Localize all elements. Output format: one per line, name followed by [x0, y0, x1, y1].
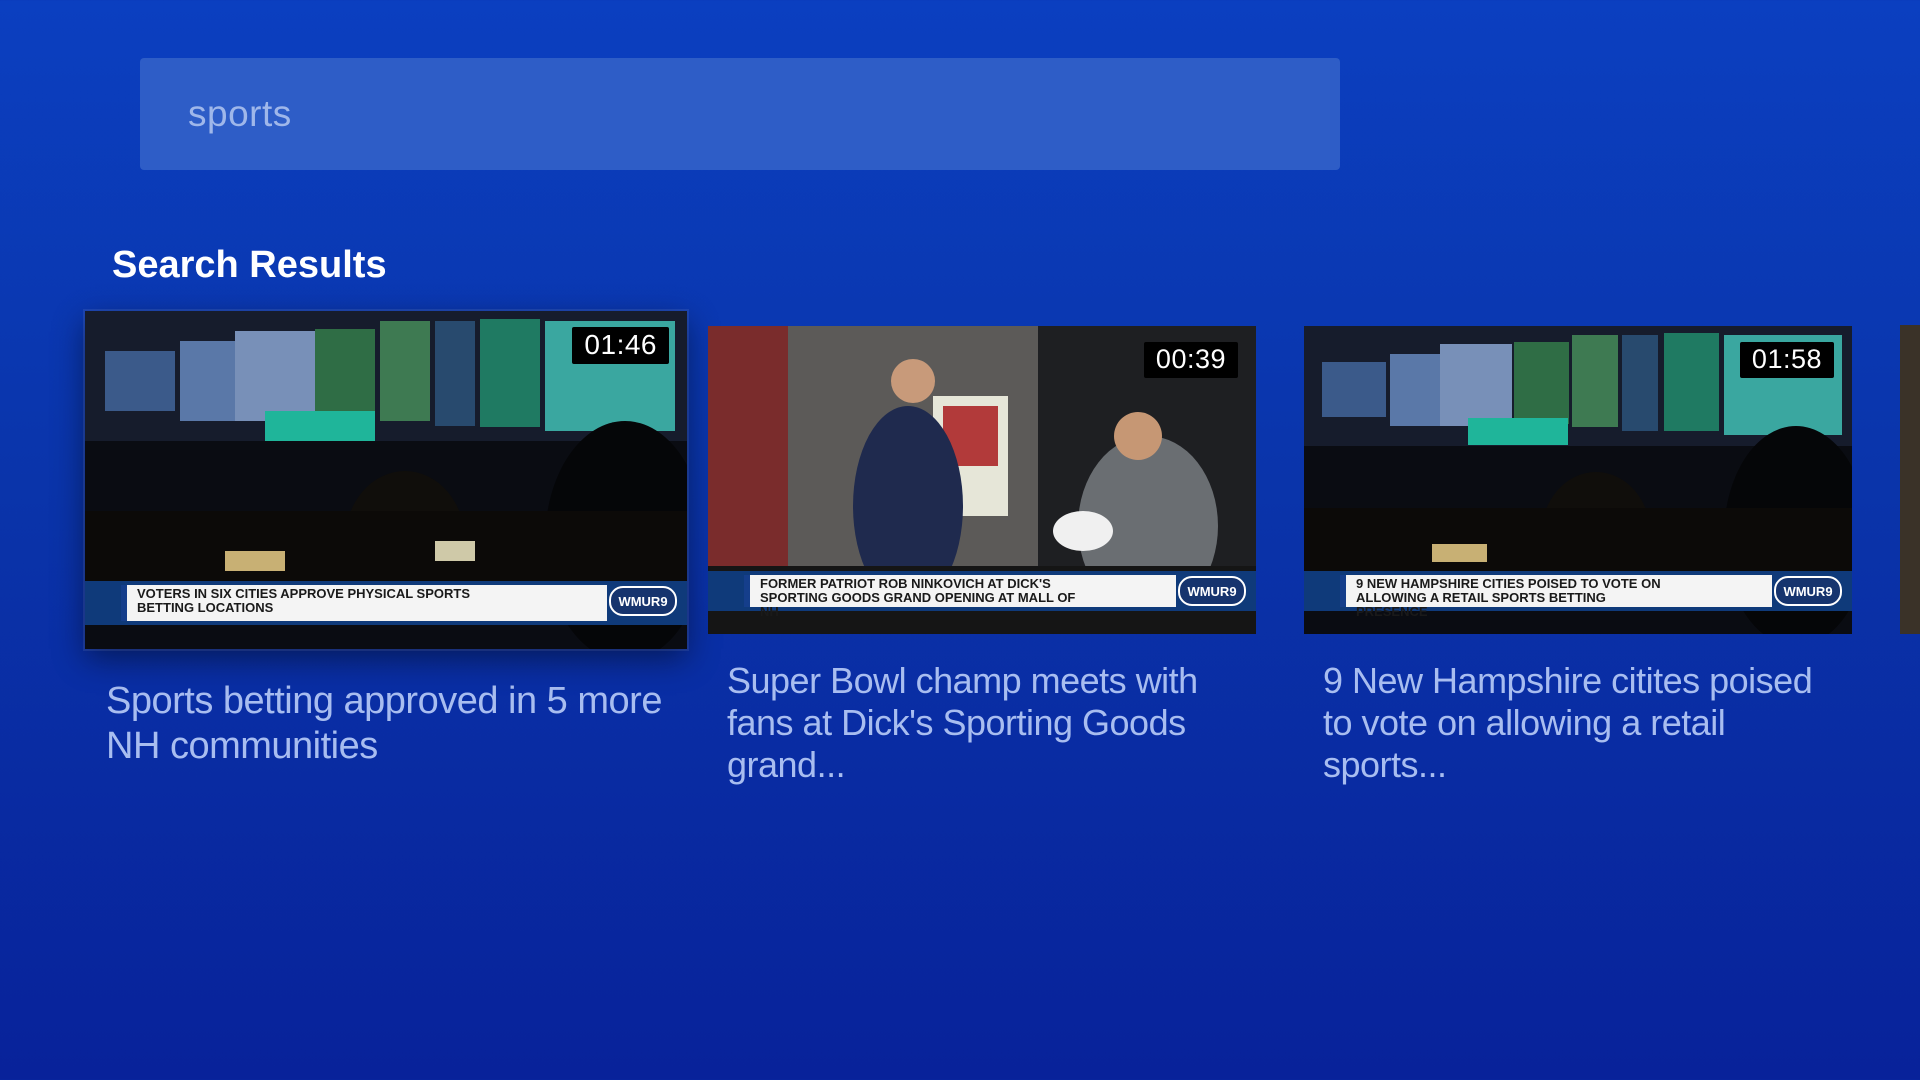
- video-card-super-bowl-champ[interactable]: 00:39 FORMER PATRIOT ROB NINKOVICH AT DI…: [708, 326, 1256, 786]
- video-thumbnail: 01:58 9 NEW HAMPSHIRE CITIES POISED TO V…: [1304, 326, 1852, 634]
- video-thumbnail: 01:46 VOTERS IN SIX CITIES APPROVE PHYSI…: [85, 311, 687, 649]
- video-duration-badge: 00:39: [1143, 342, 1238, 378]
- search-results-heading: Search Results: [112, 244, 387, 286]
- video-thumbnail: 00:39 FORMER PATRIOT ROB NINKOVICH AT DI…: [708, 326, 1256, 634]
- thumbnail-caption: 9 NEW HAMPSHIRE CITIES POISED TO VOTE ON…: [1356, 576, 1661, 619]
- thumbnail-caption: VOTERS IN SIX CITIES APPROVE PHYSICAL SP…: [137, 586, 471, 615]
- video-title: Sports betting approved in 5 more NH com…: [106, 680, 662, 767]
- video-title: Super Bowl champ meets with fans at Dick…: [727, 660, 1198, 785]
- search-query-text: sports: [188, 93, 292, 134]
- video-duration-badge: 01:58: [1739, 342, 1834, 378]
- thumbnail-caption: FORMER PATRIOT ROB NINKOVICH AT DICK'S S…: [760, 576, 1076, 619]
- station-logo: WMUR9: [609, 586, 677, 616]
- video-card-nh-cities-vote[interactable]: 01:58 9 NEW HAMPSHIRE CITIES POISED TO V…: [1304, 326, 1852, 786]
- search-input[interactable]: sports: [140, 58, 1340, 170]
- news-lower-third: VOTERS IN SIX CITIES APPROVE PHYSICAL SP…: [85, 581, 687, 625]
- video-card-sports-betting[interactable]: 01:46 VOTERS IN SIX CITIES APPROVE PHYSI…: [85, 311, 687, 769]
- news-lower-third: 9 NEW HAMPSHIRE CITIES POISED TO VOTE ON…: [1304, 571, 1852, 619]
- news-lower-third: FORMER PATRIOT ROB NINKOVICH AT DICK'S S…: [708, 571, 1256, 619]
- video-duration-badge: 01:46: [572, 327, 669, 364]
- station-logo: WMUR9: [1178, 576, 1246, 606]
- video-title: 9 New Hampshire citites poised to vote o…: [1323, 660, 1813, 785]
- station-logo: WMUR9: [1774, 576, 1842, 606]
- video-card-partial[interactable]: [1900, 325, 1920, 634]
